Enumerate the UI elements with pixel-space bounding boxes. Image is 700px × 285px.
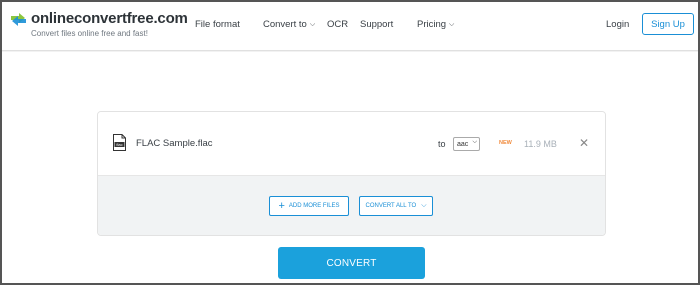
remove-file-button[interactable]: ✕	[579, 136, 589, 150]
output-format-value: aac	[457, 140, 469, 148]
convert-all-to-label: CONVERT ALL TO	[365, 203, 417, 209]
chevron-down-icon: ⌵	[472, 139, 477, 145]
to-label: to	[438, 139, 446, 149]
chevron-down-icon: ⌵	[421, 202, 427, 209]
nav-support[interactable]: Support	[360, 19, 393, 30]
nav-convert-to-label: Convert to	[263, 19, 307, 30]
add-more-files-button[interactable]: + ADD MORE FILES	[269, 196, 349, 216]
nav-convert-to[interactable]: Convert to ⌵	[263, 19, 315, 30]
output-format-select[interactable]: aac ⌵	[453, 137, 480, 151]
nav-support-label: Support	[360, 19, 394, 30]
browser-frame: onlineconvertfree.com Convert files onli…	[0, 0, 700, 285]
nav-file-format-label: File format	[195, 19, 240, 30]
add-more-files-label: ADD MORE FILES	[288, 203, 340, 209]
convert-button[interactable]: CONVERT	[278, 247, 425, 279]
nav-pricing-label: Pricing	[417, 19, 447, 30]
actions-row: + ADD MORE FILES CONVERT ALL TO ⌵	[98, 175, 605, 235]
brand-tagline: Convert files online free and fast!	[31, 29, 148, 38]
brand-name[interactable]: onlineconvertfree.com	[31, 10, 188, 27]
file-size: 11.9 MB	[524, 139, 557, 149]
main-content: flac FLAC Sample.flac to aac ⌵ NEW 11.9 …	[2, 52, 698, 283]
nav-ocr[interactable]: OCR	[327, 19, 348, 30]
login-link[interactable]: Login	[606, 19, 629, 30]
logo-icon	[11, 13, 26, 26]
flac-file-icon: flac	[113, 134, 126, 151]
site-header: onlineconvertfree.com Convert files onli…	[2, 2, 698, 51]
chevron-down-icon: ⌵	[309, 21, 316, 28]
nav-file-format[interactable]: File format	[195, 19, 240, 30]
convert-all-to-dropdown[interactable]: CONVERT ALL TO ⌵	[359, 196, 433, 216]
new-badge: NEW	[499, 140, 512, 146]
svg-text:flac: flac	[116, 142, 122, 147]
file-row: flac FLAC Sample.flac to aac ⌵ NEW 11.9 …	[98, 112, 605, 175]
plus-icon: +	[278, 199, 285, 212]
chevron-down-icon: ⌵	[449, 21, 455, 28]
signup-button[interactable]: Sign Up	[642, 13, 694, 35]
file-card: flac FLAC Sample.flac to aac ⌵ NEW 11.9 …	[97, 111, 606, 236]
nav-ocr-label: OCR	[327, 19, 349, 30]
nav-pricing[interactable]: Pricing ⌵	[417, 19, 454, 30]
file-name: FLAC Sample.flac	[136, 138, 213, 149]
